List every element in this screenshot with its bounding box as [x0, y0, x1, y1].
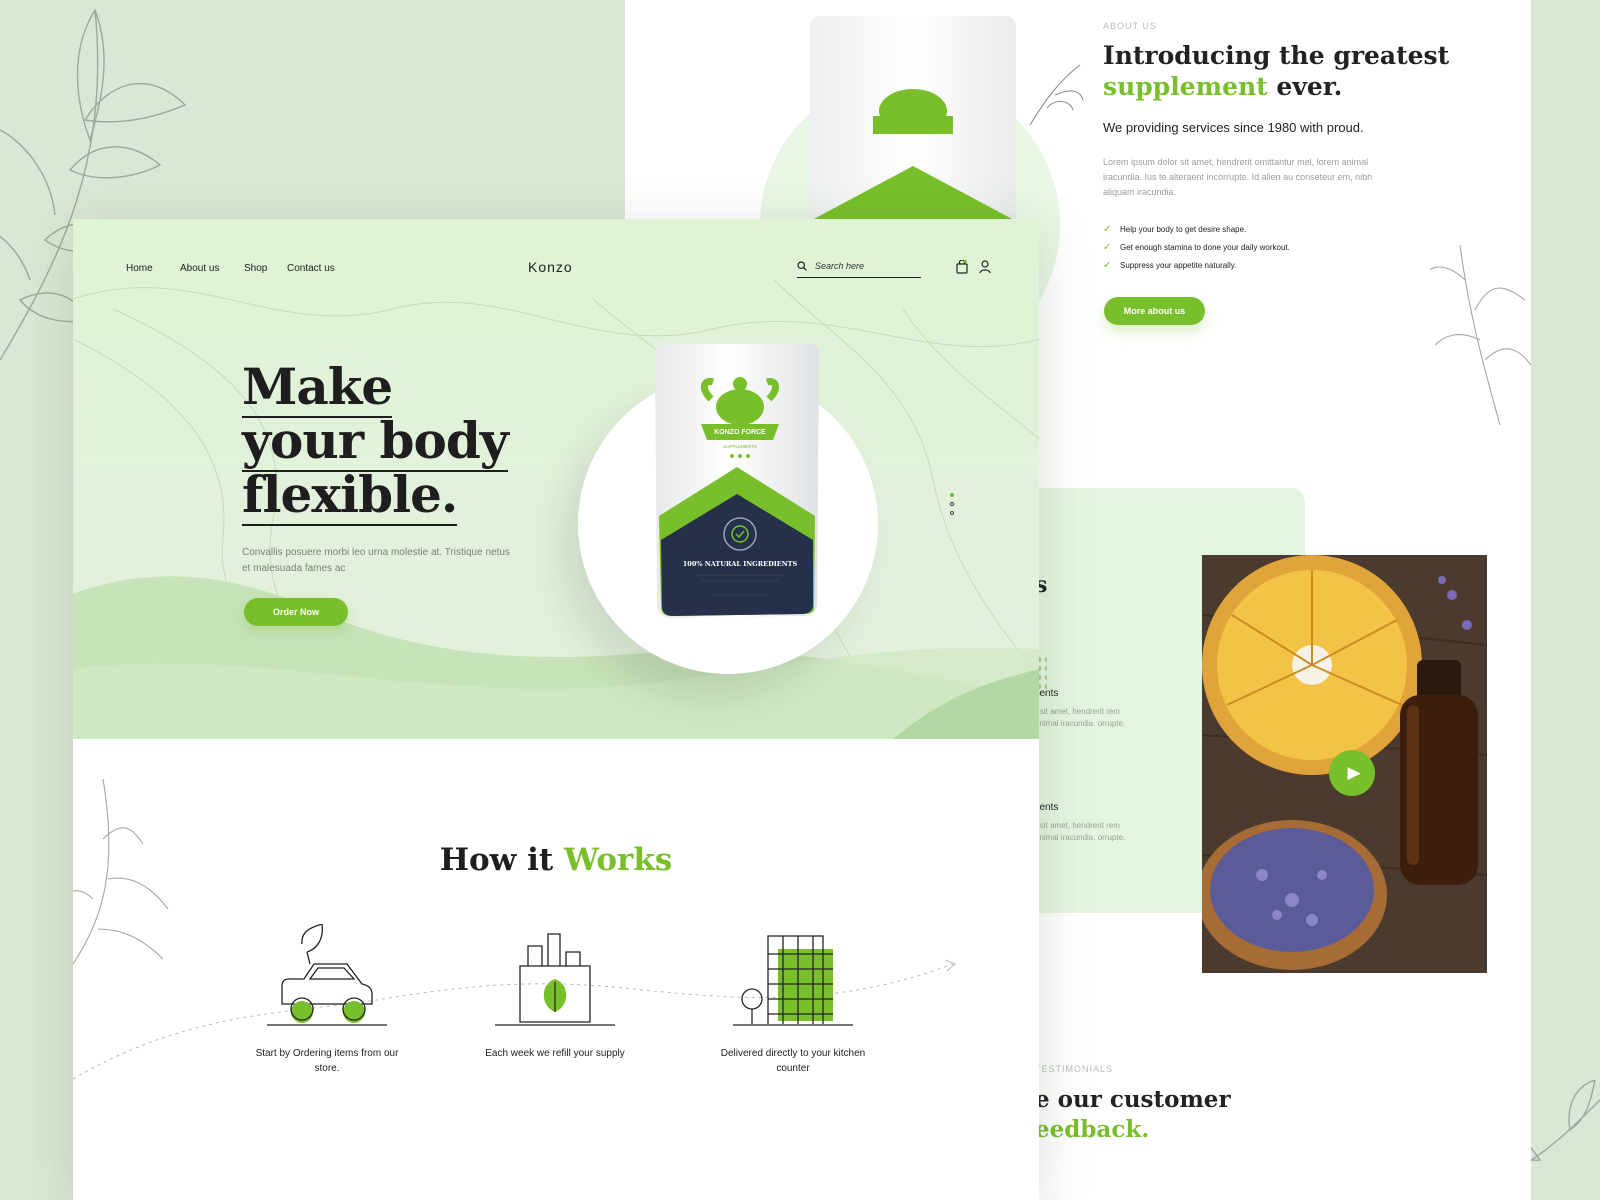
more-about-button[interactable]: More about us	[1104, 297, 1205, 325]
about-kicker: ABOUT US	[1103, 21, 1157, 31]
step-refill: Each week we refill your supply	[475, 924, 635, 1061]
play-icon: ▶	[1347, 763, 1361, 782]
home-page-preview: Home About us Shop Contact us Konzo Make…	[73, 219, 1039, 1200]
about-body: Lorem ipsum dolor sit amet, hendrerit om…	[1103, 157, 1373, 197]
grocery-bag-icon	[495, 933, 615, 1026]
leaf-branch-decoration	[1430, 244, 1531, 426]
search-box	[797, 255, 921, 278]
about-subtitle: We providing services since 1980 with pr…	[1103, 120, 1364, 135]
list-item: ✓ Help your body to get desire shape.	[1103, 223, 1247, 235]
contour-lines-decoration	[73, 278, 1039, 739]
nav-about[interactable]: About us	[180, 263, 219, 274]
nav-shop[interactable]: Shop	[244, 263, 267, 274]
user-icon[interactable]	[979, 260, 991, 274]
play-video-button[interactable]: ▶	[1329, 750, 1375, 796]
check-icon: ✓	[1103, 223, 1112, 235]
step-label: Delivered directly to your kitchen count…	[720, 1048, 866, 1074]
hero-description: Convallis posuere morbi leo urna molesti…	[242, 547, 510, 574]
check-icon: ✓	[1103, 241, 1112, 253]
slider-dot[interactable]	[950, 502, 954, 506]
search-input[interactable]	[815, 261, 915, 271]
pouch-sub-label: SUPPLEMENTS	[723, 444, 757, 449]
order-now-button[interactable]: Order Now	[244, 598, 348, 626]
supplement-pouch-image	[810, 16, 1016, 226]
nav-home[interactable]: Home	[126, 263, 153, 274]
slider-dot[interactable]	[950, 511, 954, 515]
hero-title: Make your body flexible.	[242, 357, 509, 526]
step-label: Start by Ordering items from our store.	[255, 1048, 399, 1074]
delivery-car-icon	[267, 924, 387, 1026]
ingredient-text: r sit amet, hendrerit rem animal iracund…	[1035, 821, 1126, 842]
brand-logo[interactable]: Konzo	[528, 259, 573, 275]
check-icon: ✓	[1103, 259, 1112, 271]
step-order: Start by Ordering items from our store.	[247, 924, 407, 1076]
slider-dot[interactable]	[950, 493, 954, 497]
about-benefit-list: ✓ Help your body to get desire shape. ✓ Ge…	[1103, 220, 1290, 274]
about-title: Introducing the greatest supplement ever…	[1103, 41, 1450, 101]
shopping-bag-icon[interactable]	[956, 260, 968, 274]
hero-slider-dots	[950, 493, 954, 515]
ingredients-photo: ▶	[1202, 555, 1487, 973]
how-it-works-title: How it Works	[439, 842, 673, 878]
pouch-tag-label: 100% NATURAL INGREDIENTS	[683, 560, 798, 568]
pouch-brand-label: KONZO FORCE	[714, 429, 766, 436]
nav-contact[interactable]: Contact us	[287, 263, 335, 274]
leaf-sprig-decoration	[1029, 64, 1084, 126]
list-item: ✓ Get enough stamina to done your daily w…	[1103, 241, 1290, 253]
testimonials-title: e our customer eedback.	[1035, 1086, 1231, 1143]
building-icon	[733, 935, 853, 1026]
testimonials-kicker: TESTIMONIALS	[1035, 1064, 1114, 1074]
hero-section: Home About us Shop Contact us Konzo Make…	[73, 219, 1039, 739]
supplement-pouch-image: 100% NATURAL INGREDIENTS KONZO FORCE SUP…	[655, 344, 819, 618]
step-delivered: Delivered directly to your kitchen count…	[713, 924, 873, 1076]
step-label: Each week we refill your supply	[485, 1048, 625, 1059]
search-icon[interactable]	[797, 261, 807, 271]
ingredient-text: r sit amet, hendrerit rem animal iracund…	[1035, 707, 1126, 728]
list-item: ✓ Suppress your appetite naturally.	[1103, 259, 1237, 271]
